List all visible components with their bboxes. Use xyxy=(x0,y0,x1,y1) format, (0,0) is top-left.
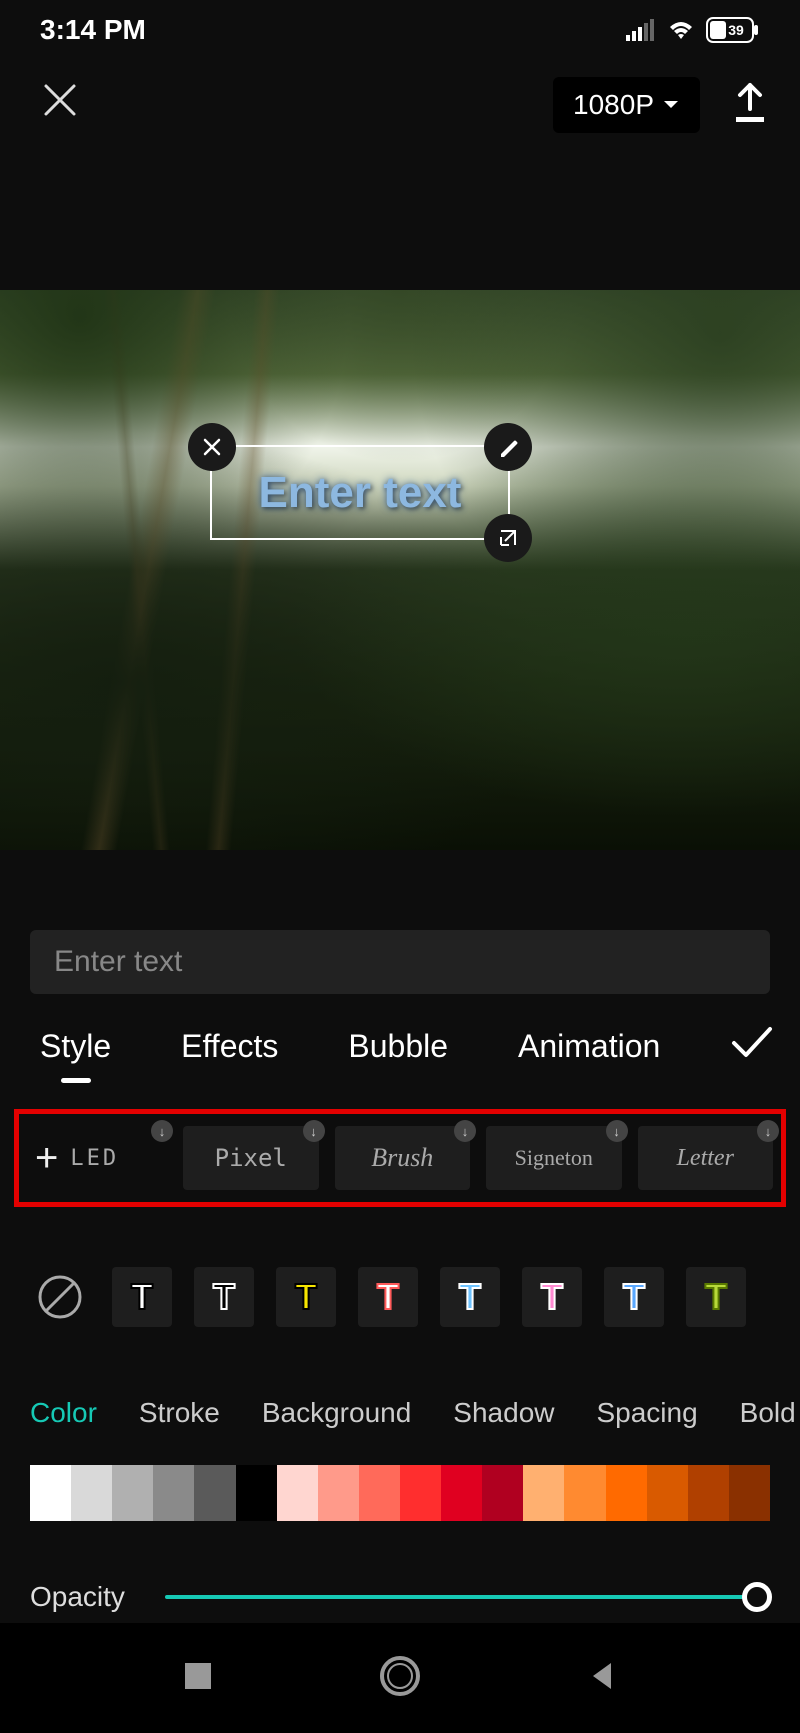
prop-background[interactable]: Background xyxy=(262,1397,411,1429)
color-strip xyxy=(30,1465,770,1521)
download-icon: ↓ xyxy=(757,1120,779,1142)
resolution-label: 1080P xyxy=(573,89,654,121)
prop-shadow[interactable]: Shadow xyxy=(453,1397,554,1429)
color-swatch[interactable] xyxy=(647,1465,688,1521)
opacity-row: Opacity xyxy=(0,1521,800,1613)
font-signeton[interactable]: Signeton ↓ xyxy=(486,1126,622,1190)
color-swatch[interactable] xyxy=(400,1465,441,1521)
overlay-text: Enter text xyxy=(259,468,462,518)
export-icon[interactable] xyxy=(730,81,770,130)
color-swatch[interactable] xyxy=(441,1465,482,1521)
nav-home-icon[interactable] xyxy=(378,1654,422,1703)
color-swatch[interactable] xyxy=(688,1465,729,1521)
download-icon: ↓ xyxy=(454,1120,476,1142)
preview-background xyxy=(0,290,800,850)
style-swatch-6[interactable]: T xyxy=(522,1267,582,1327)
opacity-label: Opacity xyxy=(30,1581,125,1613)
color-swatch[interactable] xyxy=(359,1465,400,1521)
color-swatch[interactable] xyxy=(236,1465,277,1521)
style-swatch-1[interactable]: T xyxy=(112,1267,172,1327)
color-swatch[interactable] xyxy=(112,1465,153,1521)
nav-back-icon[interactable] xyxy=(585,1659,619,1698)
font-letter[interactable]: Letter ↓ xyxy=(638,1126,774,1190)
color-swatch[interactable] xyxy=(318,1465,359,1521)
style-swatch-3[interactable]: T xyxy=(276,1267,336,1327)
video-preview[interactable]: Enter text xyxy=(0,290,800,850)
font-pixel[interactable]: Pixel ↓ xyxy=(183,1126,319,1190)
tab-effects[interactable]: Effects xyxy=(181,1028,278,1065)
tabs-row: Style Effects Bubble Animation xyxy=(0,994,800,1079)
tab-style[interactable]: Style xyxy=(40,1028,111,1065)
prop-spacing[interactable]: Spacing xyxy=(596,1397,697,1429)
android-nav-bar xyxy=(0,1623,800,1733)
color-swatch[interactable] xyxy=(194,1465,235,1521)
font-add-button[interactable]: + LED ↓ xyxy=(27,1126,167,1190)
chevron-down-icon xyxy=(662,99,680,111)
color-swatch[interactable] xyxy=(729,1465,770,1521)
prop-color[interactable]: Color xyxy=(30,1397,97,1429)
style-swatch-7[interactable]: T xyxy=(604,1267,664,1327)
fonts-row: + LED ↓ Pixel ↓ Brush ↓ Signeton ↓ Lette… xyxy=(14,1109,786,1207)
color-swatch[interactable] xyxy=(30,1465,71,1521)
color-swatch[interactable] xyxy=(153,1465,194,1521)
battery-icon: 39 xyxy=(706,17,760,43)
download-icon: ↓ xyxy=(151,1120,173,1142)
style-swatch-2[interactable]: T xyxy=(194,1267,254,1327)
text-input[interactable] xyxy=(54,945,746,979)
style-swatch-5[interactable]: T xyxy=(440,1267,500,1327)
prop-stroke[interactable]: Stroke xyxy=(139,1397,220,1429)
tab-bubble[interactable]: Bubble xyxy=(348,1028,448,1065)
style-swatch-8[interactable]: T xyxy=(686,1267,746,1327)
download-icon: ↓ xyxy=(606,1120,628,1142)
opacity-thumb[interactable] xyxy=(742,1582,772,1612)
font-brush[interactable]: Brush ↓ xyxy=(335,1126,471,1190)
status-icons: 39 xyxy=(626,17,760,43)
top-bar: 1080P xyxy=(0,60,800,150)
properties-row: Color Stroke Background Shadow Spacing B… xyxy=(0,1327,800,1429)
text-overlay-box[interactable]: Enter text xyxy=(210,445,510,540)
text-styles-row: T T T T T T T T xyxy=(0,1207,800,1327)
prop-bold-italic[interactable]: Bold ital xyxy=(740,1397,800,1429)
color-swatch[interactable] xyxy=(71,1465,112,1521)
close-icon[interactable] xyxy=(30,70,90,141)
text-input-row xyxy=(30,930,770,994)
status-bar: 3:14 PM 39 xyxy=(0,0,800,60)
plus-icon: + xyxy=(35,1136,58,1181)
confirm-icon[interactable] xyxy=(730,1024,774,1069)
style-none[interactable] xyxy=(30,1267,90,1327)
font-led: LED xyxy=(70,1146,119,1171)
svg-text:39: 39 xyxy=(728,22,744,38)
download-icon: ↓ xyxy=(303,1120,325,1142)
tab-animation[interactable]: Animation xyxy=(518,1028,660,1065)
overlay-edit-handle[interactable] xyxy=(484,423,532,471)
opacity-slider[interactable] xyxy=(165,1595,770,1599)
color-swatch[interactable] xyxy=(482,1465,523,1521)
status-time: 3:14 PM xyxy=(40,14,146,46)
color-swatch[interactable] xyxy=(564,1465,605,1521)
overlay-resize-handle[interactable] xyxy=(484,514,532,562)
nav-recent-icon[interactable] xyxy=(181,1659,215,1698)
signal-icon xyxy=(626,19,656,41)
style-swatch-4[interactable]: T xyxy=(358,1267,418,1327)
wifi-icon xyxy=(666,19,696,41)
color-swatch[interactable] xyxy=(606,1465,647,1521)
color-swatch[interactable] xyxy=(523,1465,564,1521)
color-swatch[interactable] xyxy=(277,1465,318,1521)
resolution-button[interactable]: 1080P xyxy=(553,77,700,133)
overlay-delete-handle[interactable] xyxy=(188,423,236,471)
